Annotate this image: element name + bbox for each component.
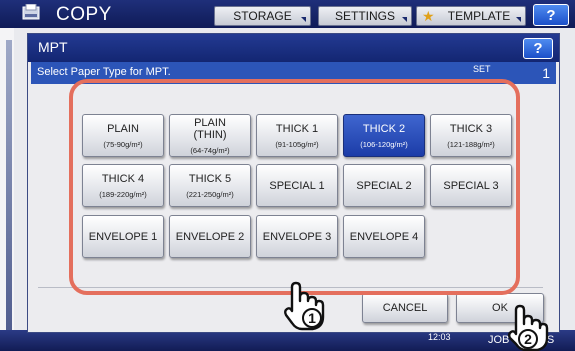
star-icon: ★ (422, 8, 435, 24)
instruction-text: Select Paper Type for MPT. (37, 66, 171, 78)
corner-arrow-icon (516, 17, 521, 22)
dialog-help-button[interactable]: ? (523, 38, 553, 59)
tab-storage-label: STORAGE (233, 9, 292, 23)
app-title: COPY (56, 4, 112, 25)
dialog-title: MPT (38, 39, 68, 55)
background-stripe (6, 40, 12, 340)
tab-template-label: TEMPLATE (447, 9, 511, 23)
set-label: SET (473, 64, 491, 74)
hand-pointer-icon: 2 (508, 304, 549, 351)
set-count: 1 (542, 65, 550, 81)
corner-arrow-icon (301, 17, 306, 22)
selection-highlight-frame (69, 79, 520, 295)
app-header: COPY STORAGE SETTINGS ★ TEMPLATE ? (0, 0, 575, 28)
help-button[interactable]: ? (533, 4, 569, 26)
dialog-titlebar: MPT ? (28, 34, 559, 62)
copy-icon (22, 4, 40, 20)
tab-storage[interactable]: STORAGE (214, 6, 311, 26)
tab-settings[interactable]: SETTINGS (318, 6, 412, 26)
step-2-number: 2 (524, 331, 532, 347)
cancel-button[interactable]: CANCEL (362, 293, 448, 323)
tab-template[interactable]: ★ TEMPLATE (416, 6, 526, 26)
corner-arrow-icon (402, 17, 407, 22)
tab-settings-label: SETTINGS (334, 9, 395, 23)
hand-pointer-icon: 1 (284, 281, 325, 331)
step-1-number: 1 (308, 310, 316, 326)
clock: 12:03 (428, 332, 451, 342)
